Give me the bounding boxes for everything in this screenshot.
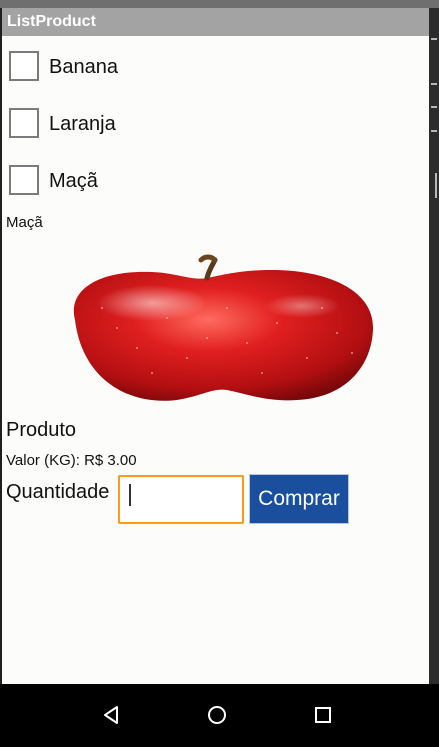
background-window-edge — [429, 8, 439, 684]
selected-product-name: Maçã — [6, 214, 43, 231]
back-triangle-icon[interactable] — [96, 700, 126, 730]
checkbox-laranja[interactable]: Laranja — [9, 108, 269, 142]
checkbox-maca[interactable]: Maçã — [9, 165, 269, 199]
app-window: ListProduct Banana Laranja Maçã Maçã Pro… — [2, 8, 429, 684]
quantity-label: Quantidade — [6, 481, 110, 503]
text-cursor — [129, 484, 131, 506]
quantity-input[interactable] — [118, 475, 244, 524]
product-heading: Produto — [6, 419, 77, 441]
checkbox-label[interactable]: Maçã — [49, 170, 98, 193]
checkbox-banana[interactable]: Banana — [9, 51, 269, 85]
apple-image — [73, 254, 374, 401]
checkbox-box[interactable] — [9, 165, 39, 195]
checkbox-box[interactable] — [9, 51, 39, 81]
status-bar — [0, 0, 439, 8]
navigation-bar — [0, 684, 439, 747]
title-bar: ListProduct — [2, 8, 429, 36]
home-circle-icon[interactable] — [202, 700, 232, 730]
device-screen: ListProduct Banana Laranja Maçã Maçã Pro… — [0, 0, 439, 747]
price-text: Valor (KG): R$ 3.00 — [6, 452, 137, 469]
checkbox-label[interactable]: Laranja — [49, 113, 116, 136]
checkbox-label[interactable]: Banana — [49, 56, 118, 79]
buy-button[interactable]: Comprar — [249, 474, 349, 524]
recents-square-icon[interactable] — [308, 700, 338, 730]
checkbox-box[interactable] — [9, 108, 39, 138]
app-title: ListProduct — [7, 13, 96, 30]
